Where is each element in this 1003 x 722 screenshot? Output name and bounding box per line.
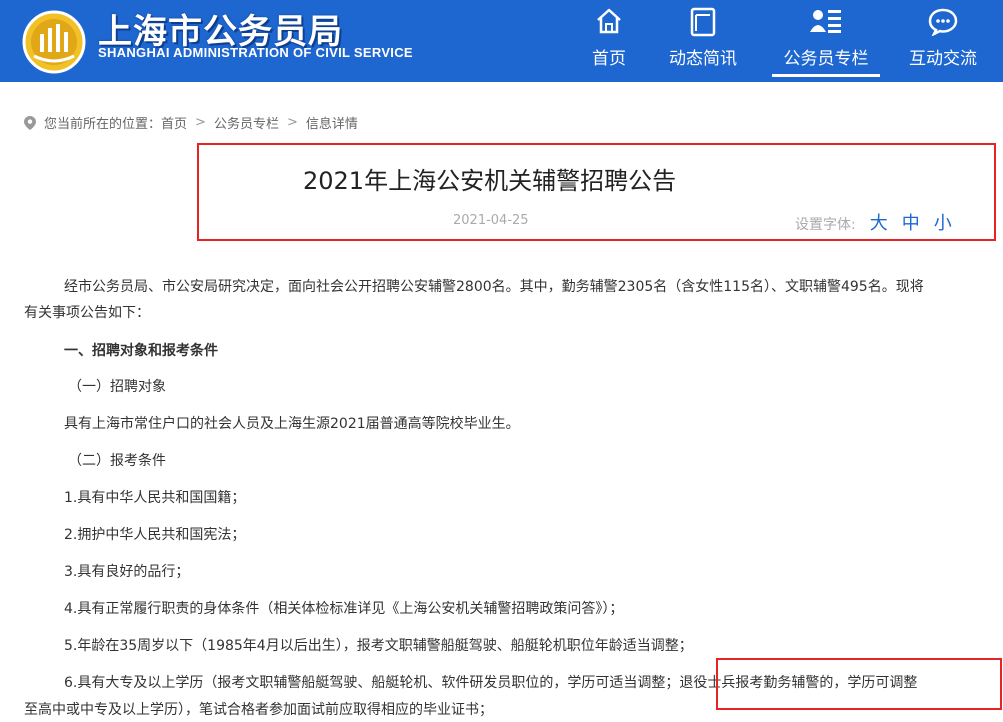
text-highlight-box — [716, 658, 1002, 710]
location-pin-icon — [24, 115, 36, 130]
list-item: 3.具有良好的品行； — [64, 564, 190, 580]
paragraph-intro-cont: 有关事项公告如下： — [24, 305, 150, 321]
subsection-heading: （一）招聘对象 — [68, 379, 166, 395]
site-subtitle: SHANGHAI ADMINISTRATION OF CIVIL SERVICE — [98, 45, 413, 60]
font-small-button[interactable]: 小 — [934, 209, 952, 235]
breadcrumb-current: 信息详情 — [305, 117, 358, 132]
nav-active-indicator — [772, 74, 880, 77]
nav-interact[interactable]: 互动交流 — [900, 0, 986, 82]
nav-label: 互动交流 — [909, 49, 977, 69]
font-setting-label: 设置字体: — [795, 217, 856, 233]
article-title: 2021年上海公安机关辅警招聘公告 — [303, 167, 677, 195]
list-item-cont: 至高中或中专及以上学历），笔试合格者参加面试前应取得相应的毕业证书； — [24, 702, 493, 718]
breadcrumb-prefix: 您当前所在的位置： — [44, 117, 162, 132]
list-item: 2.拥护中华人民共和国宪法； — [64, 527, 246, 543]
breadcrumb: 您当前所在的位置： 首页 > 公务员专栏 > 信息详情 — [24, 113, 358, 132]
font-large-button[interactable]: 大 — [870, 209, 888, 235]
breadcrumb-separator: > — [195, 115, 206, 130]
breadcrumb-home[interactable]: 首页 — [161, 113, 187, 132]
column-icon — [810, 10, 841, 33]
section-heading: 一、招聘对象和报考条件 — [64, 343, 218, 359]
title-highlight-box: 2021年上海公安机关辅警招聘公告 2021-04-25 设置字体: 大 中 小 — [197, 143, 996, 241]
nav-news[interactable]: 动态简讯 — [660, 0, 746, 82]
nav-label: 公务员专栏 — [783, 49, 869, 69]
subsection-heading: （二）报考条件 — [68, 453, 166, 469]
chat-icon — [928, 8, 958, 36]
site-header: 上海市公务员局 SHANGHAI ADMINISTRATION OF CIVIL… — [0, 0, 1003, 82]
nav-label: 动态简讯 — [669, 49, 737, 69]
breadcrumb-column[interactable]: 公务员专栏 — [214, 113, 279, 132]
paragraph: 具有上海市常住户口的社会人员及上海生源2021届普通高等院校毕业生。 — [64, 416, 520, 432]
list-item: 1.具有中华人民共和国国籍； — [64, 490, 246, 506]
list-item: 5.年龄在35周岁以下（1985年4月以后出生），报考文职辅警船艇驾驶、船艇轮机… — [64, 638, 693, 654]
font-size-setting: 设置字体: 大 中 小 — [795, 209, 952, 235]
home-icon — [597, 8, 621, 34]
paragraph-intro: 经市公务员局、市公安局研究决定，面向社会公开招聘公安辅警2800名。其中，勤务辅… — [64, 279, 924, 295]
nav-column[interactable]: 公务员专栏 — [772, 0, 880, 82]
nav-home[interactable]: 首页 — [572, 0, 646, 82]
news-icon — [690, 7, 716, 37]
emblem-icon[interactable] — [18, 6, 90, 74]
font-medium-button[interactable]: 中 — [902, 209, 920, 235]
article-date: 2021-04-25 — [453, 213, 529, 228]
list-item: 4.具有正常履行职责的身体条件（相关体检标准详见《上海公安机关辅警招聘政策问答》… — [64, 601, 624, 617]
nav-label: 首页 — [592, 49, 626, 69]
breadcrumb-separator: > — [286, 115, 298, 130]
